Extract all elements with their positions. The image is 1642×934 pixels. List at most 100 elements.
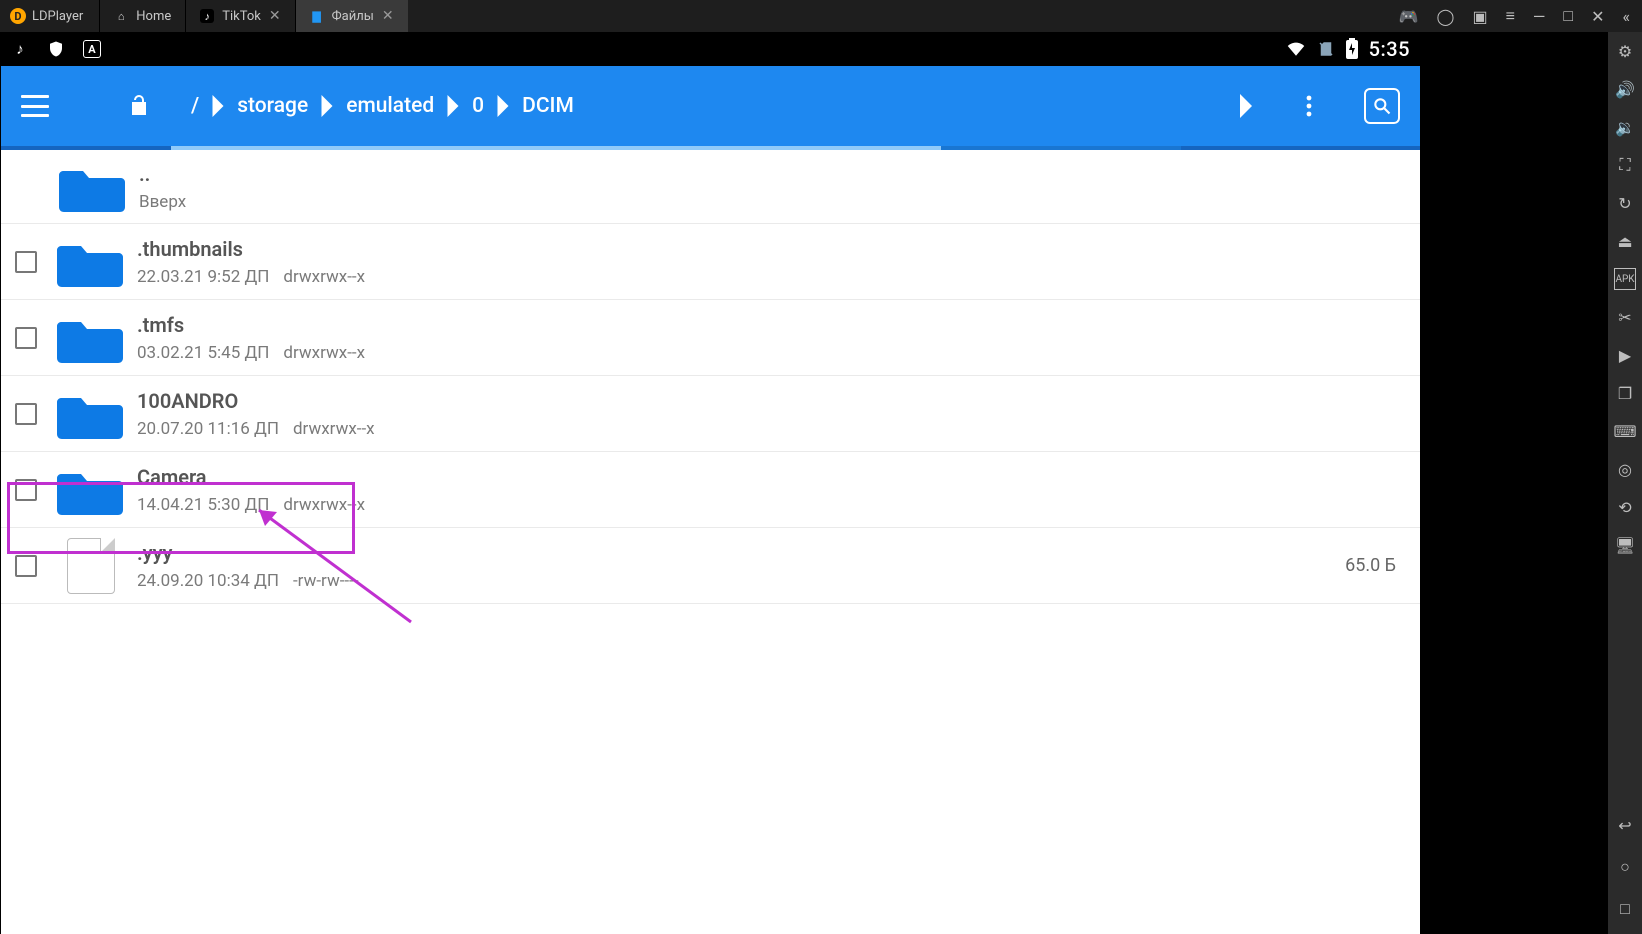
window-controls: 🎮 ◯ ▣ ≡ — □ ✕ « xyxy=(1399,0,1642,32)
search-button[interactable] xyxy=(1364,88,1400,124)
close-icon[interactable]: ✕ xyxy=(269,8,281,24)
close-icon[interactable]: ✕ xyxy=(382,8,394,24)
shield-status-icon xyxy=(47,40,65,58)
home-icon: ⌂ xyxy=(114,9,128,23)
file-date: 22.03.21 9:52 ДП xyxy=(137,267,269,287)
file-sub: Вверх xyxy=(139,192,186,212)
file-date: 24.09.20 10:34 ДП xyxy=(137,571,279,591)
android-home-icon[interactable]: ○ xyxy=(1614,856,1636,878)
chevron-right-icon xyxy=(496,95,510,117)
file-row[interactable]: .tmfs 03.02.21 5:45 ДП drwxrwx--x xyxy=(1,300,1420,376)
file-perm: -rw-rw---- xyxy=(293,571,359,591)
overflow-menu-button[interactable] xyxy=(1306,94,1312,118)
user-icon[interactable]: ◯ xyxy=(1437,7,1455,26)
status-clock: 5:35 xyxy=(1369,37,1410,61)
ldplayer-tab-bar: D LDPlayer ⌂ Home ♪ TikTok ✕ ▇ Файлы ✕ 🎮… xyxy=(0,0,1642,32)
close-window-icon[interactable]: ✕ xyxy=(1591,7,1604,26)
forward-button[interactable] xyxy=(1238,94,1254,118)
file-row-up[interactable]: .. Вверх xyxy=(1,150,1420,224)
file-row-camera[interactable]: Camera 14.04.21 5:30 ДП drwxrwx--x xyxy=(1,452,1420,528)
tab-label: TikTok xyxy=(222,9,261,24)
minimize-icon[interactable]: — xyxy=(1533,7,1546,26)
file-name: .. xyxy=(139,162,186,186)
file-list: .. Вверх .thumbnails 22.03.21 9:52 ДП dr… xyxy=(1,150,1420,604)
install-apk-icon[interactable]: ⏏ xyxy=(1614,230,1636,252)
ldplayer-right-toolbar: ⚙ 🔊 🔉 ⛶ ↻ ⏏ APK ✂ ▶ ❐ ⌨ ◎ ⟲ 🖥 ↩ ○ □ xyxy=(1608,32,1642,934)
file-name: 100ANDRO xyxy=(137,389,375,413)
tab-tiktok[interactable]: ♪ TikTok ✕ xyxy=(185,0,294,32)
file-perm: drwxrwx--x xyxy=(283,267,365,287)
folder-icon: ▇ xyxy=(310,9,324,23)
folder-icon xyxy=(59,161,125,213)
folder-icon xyxy=(57,464,123,516)
file-date: 03.02.21 5:45 ДП xyxy=(137,343,269,363)
lock-open-icon[interactable] xyxy=(127,93,151,119)
file-perm: drwxrwx--x xyxy=(293,419,375,439)
emulator-screen: ♪ A 5:35 / st xyxy=(1,32,1420,934)
fullscreen-icon[interactable]: ⛶ xyxy=(1614,154,1636,176)
multi-instance-icon[interactable]: ❐ xyxy=(1614,382,1636,404)
row-checkbox[interactable] xyxy=(15,555,37,577)
android-back-icon[interactable]: ↩ xyxy=(1614,814,1636,836)
file-name: Camera xyxy=(137,465,365,489)
settings-gear-icon[interactable]: ⚙ xyxy=(1614,40,1636,62)
tiktok-status-icon: ♪ xyxy=(11,40,29,58)
file-perm: drwxrwx--x xyxy=(283,343,365,363)
gamepad-icon[interactable]: 🎮 xyxy=(1399,7,1419,26)
no-sim-icon xyxy=(1317,40,1335,58)
maximize-icon[interactable]: □ xyxy=(1563,6,1573,26)
row-checkbox[interactable] xyxy=(15,479,37,501)
file-manager-action-bar: / storage emulated 0 DCIM xyxy=(1,66,1420,146)
rotate-icon[interactable]: ⟲ xyxy=(1614,496,1636,518)
wifi-icon xyxy=(1285,40,1307,58)
android-recents-icon[interactable]: □ xyxy=(1614,898,1636,920)
folder-icon xyxy=(57,236,123,288)
shared-folder-icon[interactable]: 🖥 xyxy=(1614,534,1636,556)
android-status-bar: ♪ A 5:35 xyxy=(1,32,1420,66)
volume-up-icon[interactable]: 🔊 xyxy=(1614,78,1636,100)
ldplayer-logo-icon: D xyxy=(10,8,26,24)
apk-badge-icon[interactable]: APK xyxy=(1614,268,1636,290)
ldplayer-logo: D LDPlayer xyxy=(0,0,99,32)
tab-home[interactable]: ⌂ Home xyxy=(99,0,185,32)
file-size: 65.0 Б xyxy=(1345,555,1406,576)
file-row[interactable]: .thumbnails 22.03.21 9:52 ДП drwxrwx--x xyxy=(1,224,1420,300)
breadcrumb-root[interactable]: / xyxy=(191,94,199,118)
battery-charging-icon xyxy=(1345,38,1359,60)
tiktok-icon: ♪ xyxy=(200,9,214,23)
ldplayer-app-name: LDPlayer xyxy=(32,9,83,24)
file-name: .tmfs xyxy=(137,313,365,337)
file-icon xyxy=(67,538,115,594)
breadcrumb-part[interactable]: storage xyxy=(237,94,308,118)
keyboard-status-icon: A xyxy=(83,40,101,58)
file-row[interactable]: .ууу 24.09.20 10:34 ДП -rw-rw---- 65.0 Б xyxy=(1,528,1420,604)
row-checkbox[interactable] xyxy=(15,327,37,349)
volume-down-icon[interactable]: 🔉 xyxy=(1614,116,1636,138)
menu-lines-icon[interactable]: ≡ xyxy=(1506,6,1515,26)
folder-icon xyxy=(57,388,123,440)
chevron-right-icon xyxy=(211,95,225,117)
tab-label: Файлы xyxy=(332,9,374,24)
screenshot-icon[interactable]: ▣ xyxy=(1472,7,1487,26)
file-row[interactable]: 100ANDRO 20.07.20 11:16 ДП drwxrwx--x xyxy=(1,376,1420,452)
row-checkbox[interactable] xyxy=(15,251,37,273)
video-record-icon[interactable]: ▶ xyxy=(1614,344,1636,366)
breadcrumb-part[interactable]: emulated xyxy=(346,94,434,118)
breadcrumb-part[interactable]: 0 xyxy=(472,94,484,118)
file-perm: drwxrwx--x xyxy=(283,495,365,515)
chevron-right-icon xyxy=(446,95,460,117)
tab-files[interactable]: ▇ Файлы ✕ xyxy=(295,0,408,32)
hamburger-menu-button[interactable] xyxy=(21,95,49,117)
file-name: .ууу xyxy=(137,541,359,565)
tab-label: Home xyxy=(136,9,171,24)
chevron-right-icon xyxy=(320,95,334,117)
collapse-toolbar-icon[interactable]: « xyxy=(1622,7,1630,26)
keyboard-map-icon[interactable]: ⌨ xyxy=(1614,420,1636,442)
row-checkbox[interactable] xyxy=(15,403,37,425)
location-icon[interactable]: ◎ xyxy=(1614,458,1636,480)
folder-icon xyxy=(57,312,123,364)
sync-icon[interactable]: ↻ xyxy=(1614,192,1636,214)
scissors-icon[interactable]: ✂ xyxy=(1614,306,1636,328)
breadcrumb-part[interactable]: DCIM xyxy=(522,94,574,118)
file-date: 14.04.21 5:30 ДП xyxy=(137,495,269,515)
